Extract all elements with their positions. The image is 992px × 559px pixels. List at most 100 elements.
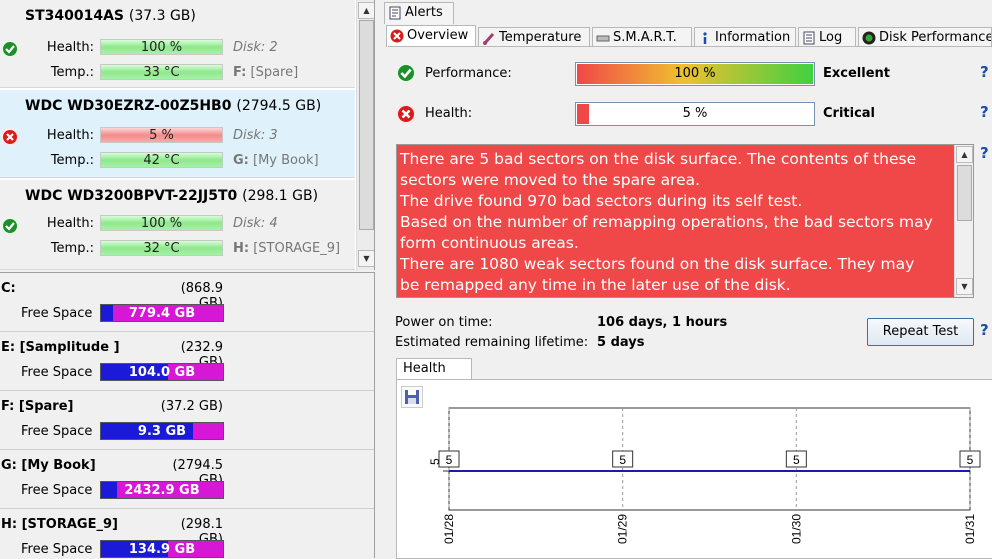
disk-model: WDC WD3200BPVT-22JJ5T0	[25, 188, 238, 204]
volume-name: G: [My Book]	[1, 458, 96, 473]
check-icon	[1, 217, 19, 235]
health-label: Health:	[425, 106, 473, 121]
health-line-chart: 01/28 01/29 01/30 01/315 5 5 5 5	[428, 407, 981, 544]
free-space-value: 9.3 GB	[137, 424, 187, 439]
disk-size: (37.3 GB)	[128, 8, 196, 24]
disk-number: Disk: 4	[233, 216, 278, 231]
volume-item[interactable]: G: [My Book] (2794.5 GB) Free Space 2432…	[0, 450, 374, 509]
disk-size: (2794.5 GB)	[236, 98, 322, 114]
temp-label: Temp.:	[50, 241, 94, 256]
disk-number: Disk: 2	[233, 40, 278, 55]
message-line: There are 1080 weak sectors found on the…	[400, 255, 915, 273]
data-label: 5	[967, 453, 974, 467]
check-icon	[396, 63, 416, 83]
message-line: sectors were moved to the spare area.	[400, 171, 701, 189]
tab-health-chart[interactable]: Health (%)	[396, 358, 472, 396]
disk-size: (298.1 GB)	[242, 188, 319, 204]
volume-item[interactable]: H: [STORAGE_9] (298.1 GB) Free Space 134…	[0, 509, 374, 558]
overview-content: Performance: 100 % Excellent ? Health: 5…	[388, 46, 992, 559]
data-label: 5	[619, 453, 626, 467]
error-icon	[390, 29, 404, 43]
help-icon[interactable]: ?	[980, 144, 989, 162]
message-line: form continuous areas.	[400, 234, 579, 252]
disk-list-scrollbar[interactable]: ▲ ▼	[356, 0, 374, 270]
message-line: The drive found 970 bad sectors during i…	[400, 192, 803, 210]
performance-rating: Excellent	[823, 66, 890, 81]
temp-bar: 33 °C	[100, 64, 223, 80]
disk-list-panel: ST340014AS (37.3 GB) Health: 100 % Disk:…	[0, 0, 375, 270]
remaining-value: 5 days	[597, 335, 645, 350]
free-space-bar: 9.3 GB	[100, 422, 224, 440]
info-icon	[703, 32, 707, 44]
free-space-bar: 104.0 GB	[100, 363, 224, 381]
x-tick-label: 01/31	[963, 514, 977, 544]
volume-letter: F:	[233, 65, 247, 80]
volume-item[interactable]: F: [Spare] (37.2 GB) Free Space 9.3 GB	[0, 391, 374, 450]
health-chart-area: 01/28 01/29 01/30 01/31 5 5 5 5 5	[396, 379, 992, 559]
volume-letter: H:	[233, 241, 250, 256]
free-space-label: Free Space	[21, 483, 93, 498]
scroll-down-button[interactable]: ▼	[358, 250, 374, 267]
volume-name: E: [Samplitude ]	[1, 340, 120, 355]
log-icon	[803, 31, 815, 45]
error-icon	[396, 104, 416, 124]
health-label: Health:	[46, 216, 94, 231]
help-icon[interactable]: ?	[980, 63, 989, 81]
plot-area	[448, 407, 971, 511]
power-on-label: Power on time:	[395, 315, 493, 330]
health-bar: 100 %	[100, 39, 223, 55]
free-space-bar: 2432.9 GB	[100, 481, 224, 499]
temp-bar: 42 °C	[100, 152, 223, 168]
tab-overview-label: Overview	[407, 28, 469, 43]
free-space-label: Free Space	[21, 306, 93, 321]
details-panel: Alerts Overview Temperature S.M.A.R.T. I…	[380, 0, 992, 559]
gauge-icon	[862, 31, 876, 45]
health-bar: 5 %	[100, 127, 223, 143]
health-bar: 5 %	[575, 102, 815, 126]
free-space-bar: 779.4 GB	[100, 304, 224, 322]
help-icon[interactable]: ?	[980, 321, 989, 339]
volume-item[interactable]: E: [Samplitude ] (232.9 GB) Free Space 1…	[0, 332, 374, 391]
scroll-thumb[interactable]	[957, 165, 972, 221]
data-label: 5	[793, 453, 800, 467]
free-space-bar: 134.9 GB	[100, 540, 224, 558]
repeat-test-button[interactable]: Repeat Test	[867, 318, 974, 346]
volume-name: [My Book]	[253, 153, 319, 168]
scroll-up-button[interactable]: ▲	[358, 2, 374, 19]
x-tick-label: 01/29	[616, 514, 630, 544]
data-label: 5	[446, 453, 453, 467]
disk-item-1[interactable]: WDC WD30EZRZ-00Z5HB0 (2794.5 GB) Health:…	[0, 90, 355, 178]
message-scrollbar[interactable]: ▲ ▼	[954, 145, 973, 297]
health-label: Health:	[46, 128, 94, 143]
tab-alerts-label: Alerts	[405, 5, 443, 20]
x-tick-label: 01/30	[789, 514, 803, 544]
disk-item-0[interactable]: ST340014AS (37.3 GB) Health: 100 % Disk:…	[0, 0, 355, 88]
disk-item-2[interactable]: WDC WD3200BPVT-22JJ5T0 (298.1 GB) Health…	[0, 180, 355, 270]
thermometer-icon	[483, 33, 495, 45]
remaining-label: Estimated remaining lifetime:	[395, 335, 589, 350]
free-space-value: 779.4 GB	[128, 306, 196, 321]
tab-information-label: Information	[715, 30, 791, 45]
scroll-down-button[interactable]: ▼	[956, 278, 973, 295]
performance-value: 100 %	[674, 66, 716, 81]
help-icon[interactable]: ?	[980, 103, 989, 121]
volume-size: (37.2 GB)	[160, 399, 223, 414]
disk-number: Disk: 3	[233, 128, 278, 143]
volume-item[interactable]: C: (868.9 GB) Free Space 779.4 GB	[0, 273, 374, 332]
tab-overview[interactable]: Overview	[386, 25, 476, 47]
scroll-thumb[interactable]	[359, 20, 374, 230]
tab-alerts[interactable]: Alerts	[384, 2, 454, 24]
status-message: There are 5 bad sectors on the disk surf…	[396, 144, 974, 298]
tab-log-label: Log	[819, 30, 843, 45]
volume-name: C:	[1, 281, 16, 296]
tab-temperature-label: Temperature	[499, 30, 582, 45]
free-space-value: 104.0 GB	[128, 365, 196, 380]
temp-bar: 32 °C	[100, 240, 223, 256]
volume-letter: G:	[233, 153, 249, 168]
scroll-up-button[interactable]: ▲	[956, 146, 973, 163]
error-icon	[1, 128, 19, 146]
volume-name: [STORAGE_9]	[253, 241, 341, 256]
free-space-value: 2432.9 GB	[124, 483, 200, 498]
volume-name: [Spare]	[250, 65, 299, 80]
free-space-label: Free Space	[21, 542, 93, 557]
